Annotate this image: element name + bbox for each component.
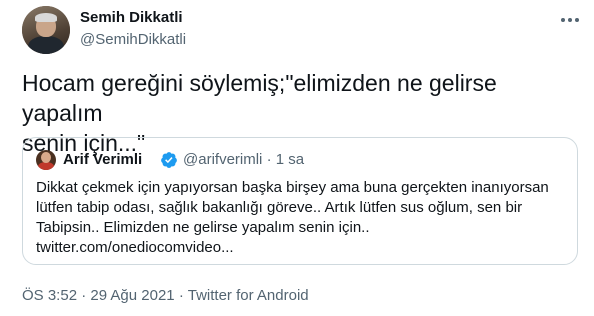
quoted-text-line: lütfen tabip odası, sağlık bakanlığı gör…: [36, 199, 523, 216]
dot-separator: ·: [81, 287, 87, 304]
quoted-tweet-time: 1 sa: [275, 151, 305, 168]
dot-separator: ·: [178, 287, 184, 304]
quoted-tweet[interactable]: Arif Verimli @arifverimli · 1 sa Dikkat …: [22, 137, 578, 265]
quoted-text-line: Tabipsin.. Elimizden ne gelirse yapalım …: [36, 219, 370, 236]
tweet-time[interactable]: ÖS 3:52: [22, 287, 77, 304]
dot-separator: ·: [266, 151, 272, 168]
tweet-footer: ÖS 3:52 · 29 Ağu 2021 · Twitter for Andr…: [22, 287, 309, 304]
quoted-tweet-text: Dikkat çekmek için yapıyorsan başka birş…: [36, 178, 566, 258]
tweet-source[interactable]: Twitter for Android: [188, 287, 309, 304]
author-avatar[interactable]: [22, 6, 70, 54]
quoted-text-link[interactable]: twitter.com/onediocomvideo...: [36, 238, 566, 258]
author-name[interactable]: Semih Dikkatli: [80, 9, 183, 26]
tweet-text-line: Hocam gereğini söylemiş;"elimizden ne ge…: [22, 70, 497, 126]
verified-badge-icon: [161, 152, 177, 168]
quoted-author-handle: @arifverimli: [183, 151, 263, 168]
quoted-author-meta: @arifverimli · 1 sa: [183, 151, 304, 168]
quoted-text-line: Dikkat çekmek için yapıyorsan başka birş…: [36, 179, 549, 196]
quoted-author-name: Arif Verimli: [63, 151, 143, 168]
tweet-date[interactable]: 29 Ağu 2021: [90, 287, 174, 304]
author-handle[interactable]: @SemihDikkatli: [80, 31, 186, 48]
tweet-card: Semih Dikkatli @SemihDikkatli Hocam gere…: [0, 0, 594, 316]
more-horizontal-icon[interactable]: [558, 12, 582, 28]
quoted-author-avatar: [36, 150, 56, 170]
